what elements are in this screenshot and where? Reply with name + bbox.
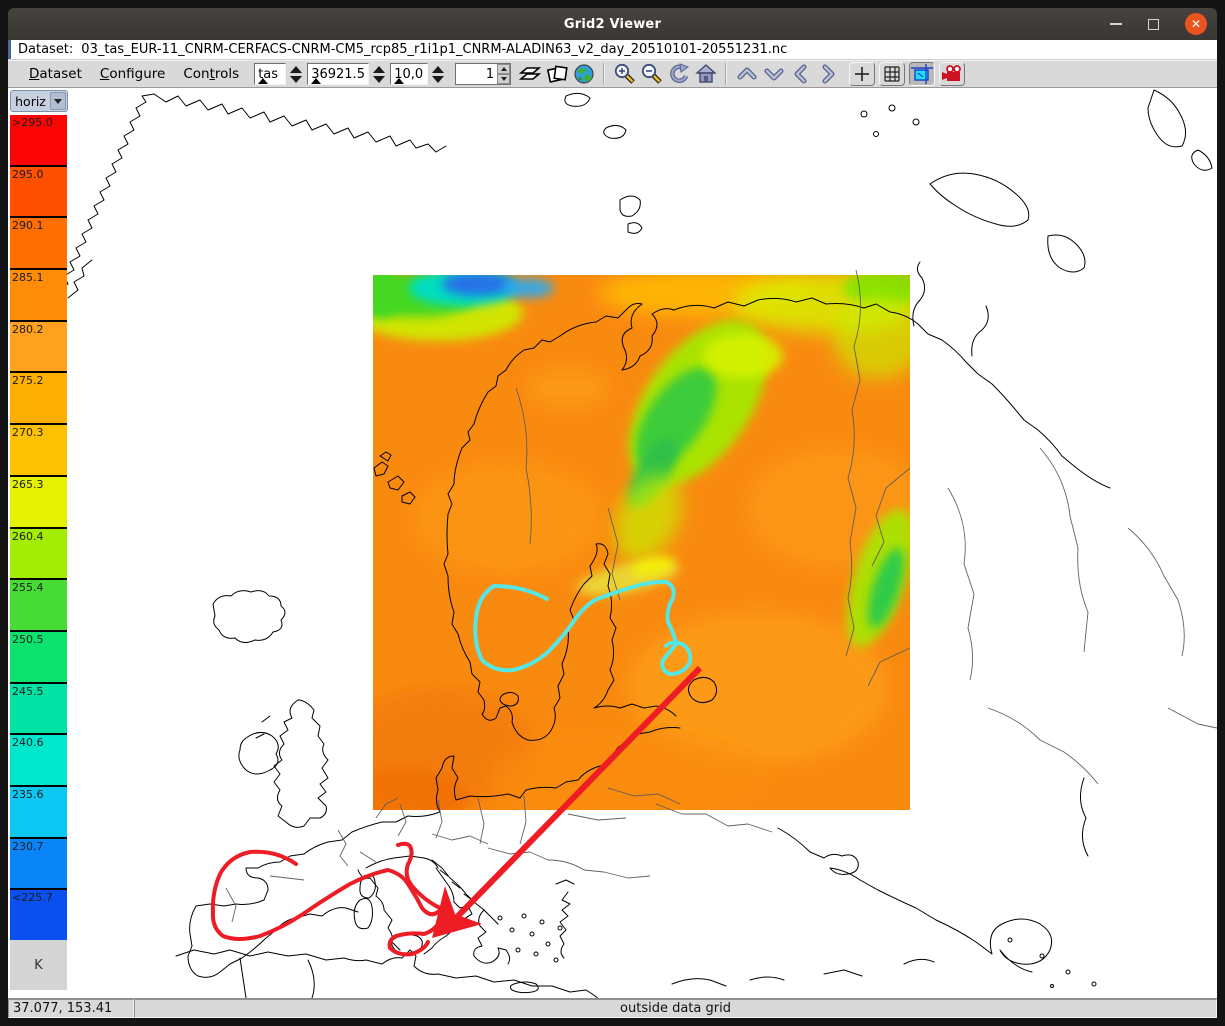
home-icon[interactable] [693,62,718,86]
colorbar-cell: 270.3 [10,425,67,475]
colorbar-cell: 250.5 [10,632,67,682]
level-stepper[interactable] [371,62,386,86]
interval-stepper[interactable] [430,62,445,86]
colorbar-cell: 275.2 [10,373,67,423]
pan-down-icon[interactable] [761,62,786,86]
colorbar-legend: >295.0 295.0 290.1 285.1 280.2 275.2 270… [10,115,67,940]
zoom-out-icon[interactable] [639,62,664,86]
camera-icon [941,64,963,84]
colorbar-cell: >295.0 [10,115,67,165]
globe-icon[interactable] [571,62,596,86]
menu-configure[interactable]: Configure [91,64,174,84]
time-frame-spinbox[interactable]: 1 [455,63,511,85]
pages-icon[interactable] [544,62,569,86]
pan-left-icon[interactable] [788,62,813,86]
colorbar-cell: 290.1 [10,218,67,268]
colorbar-cell: 230.7 [10,839,67,889]
field-grip [394,78,404,84]
layers-icon[interactable] [517,62,542,86]
data-extent-button[interactable] [909,62,935,86]
status-bar: 37.077, 153.41 outside data grid [8,998,1217,1018]
colorbar-cell: 280.2 [10,322,67,372]
view-mode-dropdown[interactable]: horiz [10,90,68,112]
title-bar[interactable]: Grid2 Viewer ✕ [8,8,1217,40]
menu-dataset[interactable]: Dataset [20,64,91,84]
menu-controls[interactable]: Controls [174,64,248,84]
grid-button[interactable] [879,62,905,86]
maximize-button[interactable] [1148,19,1159,30]
colorbar-cell: 245.5 [10,684,67,734]
data-extent-icon [911,64,933,84]
undo-icon[interactable] [666,62,691,86]
colorbar-cell: 255.4 [10,580,67,630]
view-mode-value: horiz [11,94,50,109]
toolbar-separator [603,63,605,85]
dataset-label: Dataset: [18,42,73,57]
toolbar: Dataset Configure Controls tas 36921.5 1… [8,60,1217,88]
plus-button[interactable] [849,62,875,86]
colorbar-cell: 235.6 [10,787,67,837]
variable-stepper[interactable] [288,62,303,86]
colorbar-cell: 260.4 [10,529,67,579]
window-title: Grid2 Viewer [564,17,661,32]
zoom-in-icon[interactable] [612,62,637,86]
cursor-coordinates: 37.077, 153.41 [8,999,134,1018]
colorbar-units: K [10,940,67,990]
field-grip [258,78,268,84]
colorbar-cell: 265.3 [10,477,67,527]
minimize-button[interactable] [1110,23,1122,25]
colorbar-cell: 240.6 [10,735,67,785]
interval-field[interactable]: 10,0 [390,63,428,85]
application-window: Grid2 Viewer ✕ Dataset: 03_tas_EUR-11_CN… [0,0,1225,1026]
colorbar-cell: 295.0 [10,167,67,217]
dataset-bar: Dataset: 03_tas_EUR-11_CNRM-CERFACS-CNRM… [8,40,1217,60]
pan-right-icon[interactable] [815,62,840,86]
close-button[interactable]: ✕ [1185,13,1207,35]
map-svg [8,88,1217,998]
chevron-down-icon[interactable] [50,92,66,110]
time-frame-value: 1 [456,67,497,82]
colorbar-cell: <225.7 [10,890,67,940]
camera-button[interactable] [939,62,965,86]
grid-icon [883,65,901,83]
time-frame-arrows[interactable] [497,64,510,84]
variable-field[interactable]: tas [254,63,286,85]
field-grip [311,78,321,84]
colorbar-cell: 285.1 [10,270,67,320]
level-field[interactable]: 36921.5 [307,63,369,85]
dataset-filename: 03_tas_EUR-11_CNRM-CERFACS-CNRM-CM5_rcp8… [81,42,787,57]
map-canvas[interactable] [8,88,1217,998]
focus-accent [8,40,11,59]
pan-up-icon[interactable] [734,62,759,86]
plus-icon [853,65,871,83]
temperature-raster [338,267,933,832]
window-controls: ✕ [1110,8,1207,40]
status-message: outside data grid [134,999,1217,1018]
toolbar-separator [725,63,727,85]
